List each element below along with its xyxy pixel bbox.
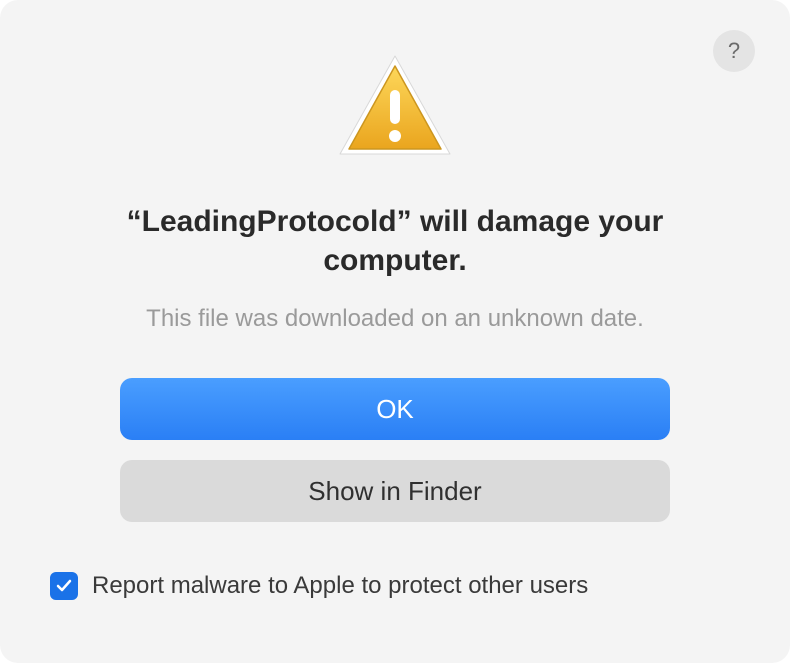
dialog-subtext: This file was downloaded on an unknown d… [146,305,644,333]
help-button[interactable]: ? [713,30,755,72]
report-malware-row: Report malware to Apple to protect other… [45,572,745,600]
report-malware-checkbox[interactable] [50,572,78,600]
checkmark-icon [55,577,73,595]
show-in-finder-button[interactable]: Show in Finder [120,460,670,522]
dialog-heading: “LeadingProtocold” will damage your comp… [105,202,685,280]
ok-button-label: OK [376,394,414,425]
question-mark-icon: ? [728,38,740,64]
warning-icon [332,50,458,164]
show-in-finder-label: Show in Finder [308,476,481,507]
report-malware-label[interactable]: Report malware to Apple to protect other… [92,572,588,600]
alert-dialog: ? “LeadingProtocold” will damage your co… [0,0,790,663]
ok-button[interactable]: OK [120,378,670,440]
